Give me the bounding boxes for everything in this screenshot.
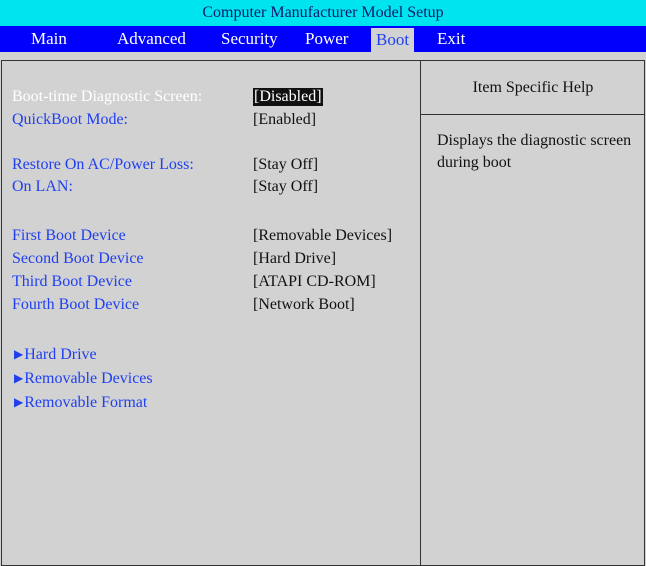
menu-security[interactable]: Security [216,26,283,52]
menu-bar: Main Advanced Security Power Boot Exit [0,26,646,52]
third-boot-device-label[interactable]: Third Boot Device [12,273,132,291]
third-boot-device-value[interactable]: [ATAPI CD-ROM] [253,273,376,291]
submenu-label: Hard Drive [24,346,97,363]
boot-diagnostic-screen-label[interactable]: Boot-time Diagnostic Screen: [12,88,202,106]
boot-diagnostic-screen-value[interactable]: [Disabled] [253,88,323,106]
title-bar: Computer Manufacturer Model Setup [0,0,646,26]
help-title: Item Specific Help [472,79,594,96]
help-header-divider [421,114,645,115]
quickboot-mode-label[interactable]: QuickBoot Mode: [12,111,128,129]
triangle-right-icon: ▶ [14,347,24,361]
fourth-boot-device-value[interactable]: [Network Boot] [253,296,355,314]
window-title: Computer Manufacturer Model Setup [202,4,444,21]
first-boot-device-label[interactable]: First Boot Device [12,227,126,245]
first-boot-device-value[interactable]: [Removable Devices] [253,227,392,245]
submenu-removable-devices[interactable]: ▶Removable Devices [14,370,153,388]
restore-on-power-loss-label[interactable]: Restore On AC/Power Loss: [12,156,194,174]
submenu-removable-format[interactable]: ▶Removable Format [14,394,147,412]
fourth-boot-device-label[interactable]: Fourth Boot Device [12,296,139,314]
second-boot-device-value[interactable]: [Hard Drive] [253,250,336,268]
menu-exit[interactable]: Exit [432,26,470,52]
submenu-label: Removable Devices [24,370,153,387]
quickboot-mode-value[interactable]: [Enabled] [253,111,316,129]
help-text: Displays the diagnostic screen during bo… [437,132,632,171]
panel-divider [420,60,421,566]
menu-boot[interactable]: Boot [371,28,415,52]
triangle-right-icon: ▶ [14,371,24,385]
restore-on-power-loss-value[interactable]: [Stay Off] [253,156,318,174]
triangle-right-icon: ▶ [14,395,24,409]
submenu-label: Removable Format [24,394,148,411]
submenu-hard-drive[interactable]: ▶Hard Drive [14,346,97,364]
second-boot-device-label[interactable]: Second Boot Device [12,250,144,268]
on-lan-label[interactable]: On LAN: [12,178,73,196]
menu-advanced[interactable]: Advanced [112,26,191,52]
on-lan-value[interactable]: [Stay Off] [253,178,318,196]
menu-power[interactable]: Power [300,26,353,52]
menu-main[interactable]: Main [26,26,72,52]
